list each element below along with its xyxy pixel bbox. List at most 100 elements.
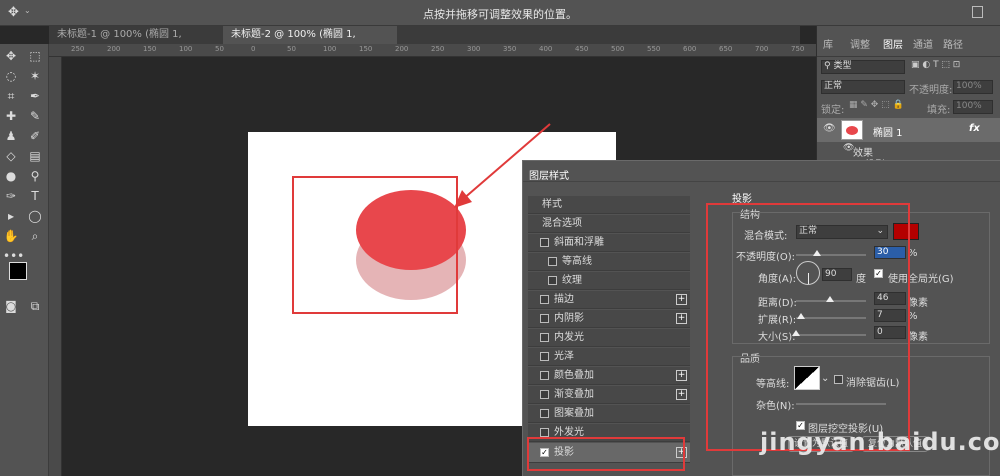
lasso-tool-icon[interactable]: ◌ [3, 68, 19, 84]
style-item-stroke[interactable]: 描边 + [528, 291, 690, 309]
ruler-tick: 550 [647, 45, 661, 53]
checkbox[interactable] [548, 257, 557, 266]
ruler-tick: 150 [359, 45, 373, 53]
ruler-tick: 100 [179, 45, 193, 53]
checkbox[interactable] [540, 238, 549, 247]
checkbox[interactable] [548, 276, 557, 285]
ruler-tick: 400 [539, 45, 553, 53]
tab-channels[interactable]: 通道 [913, 36, 933, 51]
ellipse-tool-icon[interactable]: ◯ [27, 208, 43, 224]
dodge-tool-icon[interactable]: ⚲ [27, 168, 43, 184]
toolbar: ✥ ⬚ ◌ ✶ ⌗ ✒ ✚ ✎ ♟ ✐ ◇ ▤ ● ⚲ ✑ T ▸ ◯ ✋ ⌕ … [0, 44, 49, 476]
style-label: 光泽 [554, 351, 574, 362]
style-item-inner-glow[interactable]: 内发光 [528, 329, 690, 347]
vertical-ruler [49, 57, 62, 476]
screen-mode-icon[interactable]: ⧉ [27, 298, 43, 314]
eyedropper-icon[interactable]: ✒ [27, 88, 43, 104]
tab-paths[interactable]: 路径 [943, 36, 963, 51]
checkbox[interactable] [540, 333, 549, 342]
move-tool-icon[interactable]: ✥ [3, 48, 19, 64]
style-item-texture[interactable]: 纹理 [528, 272, 690, 290]
style-item-contour[interactable]: 等高线 [528, 253, 690, 271]
healing-brush-icon[interactable]: ✚ [3, 108, 19, 124]
add-icon[interactable]: + [676, 389, 687, 400]
ruler-tick: 700 [755, 45, 769, 53]
style-item-gradient-overlay[interactable]: 渐变叠加 + [528, 386, 690, 404]
checkbox[interactable] [540, 314, 549, 323]
fill-field[interactable]: 100% [953, 100, 993, 114]
ruler-tick: 100 [323, 45, 337, 53]
tab-document-2[interactable]: 未标题-2 @ 100% (椭圆 1, RGB/8#) * × [223, 26, 397, 58]
style-label: 图案叠加 [554, 408, 594, 419]
style-label: 纹理 [562, 275, 582, 286]
opacity-field[interactable]: 100% [953, 80, 993, 94]
quick-mask-icon[interactable]: ◙ [3, 298, 19, 314]
tab-document-1[interactable]: 未标题-1 @ 100% (椭圆 1, RGB/8#) * × [49, 26, 219, 58]
checkbox[interactable] [540, 390, 549, 399]
pen-tool-icon[interactable]: ✑ [3, 188, 19, 204]
watermark-text: jingyan.baidu.com [760, 428, 1000, 456]
style-label: 描边 [554, 294, 574, 305]
marquee-tool-icon[interactable]: ⬚ [27, 48, 43, 64]
checkbox[interactable] [540, 428, 549, 437]
visibility-eye-icon[interactable]: 👁 [823, 123, 836, 134]
divider [817, 56, 1000, 57]
hand-tool-icon[interactable]: ✋ [3, 228, 19, 244]
ruler-tick: 250 [71, 45, 85, 53]
add-icon[interactable]: + [676, 294, 687, 305]
add-icon[interactable]: + [676, 313, 687, 324]
layer-filter-select[interactable]: ⚲ 类型 [821, 60, 905, 74]
hint-text: 点按并拖移可调整效果的位置。 [423, 8, 577, 21]
style-label: 斜面和浮雕 [554, 237, 604, 248]
style-item-pattern-overlay[interactable]: 图案叠加 [528, 405, 690, 423]
brush-tool-icon[interactable]: ✎ [27, 108, 43, 124]
options-bar: ✥ ⌄ 点按并拖移可调整效果的位置。 [0, 0, 1000, 26]
checkbox[interactable] [540, 295, 549, 304]
divider [523, 181, 1000, 182]
style-label: 颜色叠加 [554, 370, 594, 381]
filter-icons[interactable]: ▣ ◐ T ⬚ ⊡ [911, 60, 960, 70]
layer-row-ellipse[interactable]: 👁 椭圆 1 fx [817, 118, 1000, 142]
magic-wand-icon[interactable]: ✶ [27, 68, 43, 84]
visibility-eye-icon[interactable]: 👁 [843, 143, 854, 153]
style-item-bevel[interactable]: 斜面和浮雕 [528, 234, 690, 252]
ruler-tick: 50 [287, 45, 296, 53]
path-select-icon[interactable]: ▸ [3, 208, 19, 224]
style-item-styles[interactable]: 样式 [528, 196, 690, 214]
horizontal-ruler: 250 200 150 100 50 0 50 100 150 200 250 … [49, 44, 816, 57]
checkbox[interactable] [540, 409, 549, 418]
style-item-satin[interactable]: 光泽 [528, 348, 690, 366]
style-label: 渐变叠加 [554, 389, 594, 400]
zoom-tool-icon[interactable]: ⌕ [27, 228, 43, 244]
ruler-tick: 300 [467, 45, 481, 53]
ruler-tick: 600 [683, 45, 697, 53]
gradient-tool-icon[interactable]: ▤ [27, 148, 43, 164]
crop-tool-icon[interactable]: ⌗ [3, 88, 19, 104]
fx-icon[interactable]: fx [969, 123, 980, 134]
type-tool-icon[interactable]: T [27, 188, 43, 204]
checkbox[interactable] [540, 352, 549, 361]
fill-label: 填充: [927, 105, 951, 116]
checkbox[interactable] [540, 371, 549, 380]
ruler-tick: 50 [215, 45, 224, 53]
window-icon[interactable] [972, 6, 983, 18]
eraser-tool-icon[interactable]: ◇ [3, 148, 19, 164]
blend-mode-select[interactable]: 正常 [821, 80, 905, 94]
history-brush-icon[interactable]: ✐ [27, 128, 43, 144]
blur-tool-icon[interactable]: ● [3, 168, 19, 184]
style-item-blending[interactable]: 混合选项 [528, 215, 690, 233]
add-icon[interactable]: + [676, 370, 687, 381]
ruler-tick: 200 [107, 45, 121, 53]
size-unit: 像素 [908, 332, 928, 343]
lock-icons[interactable]: ▦ ✎ ✥ ⬚ 🔒 [849, 100, 904, 110]
tab-layers[interactable]: 图层 [883, 36, 903, 51]
foreground-color-swatch[interactable] [9, 262, 27, 280]
tab-library[interactable]: 库 [823, 36, 833, 51]
stamp-tool-icon[interactable]: ♟ [3, 128, 19, 144]
style-item-inner-shadow[interactable]: 内阴影 + [528, 310, 690, 328]
dialog-title: 图层样式 [529, 171, 569, 182]
style-item-color-overlay[interactable]: 颜色叠加 + [528, 367, 690, 385]
layer-name[interactable]: 椭圆 1 [873, 124, 903, 139]
ruler-tick: 450 [575, 45, 589, 53]
tab-adjustments[interactable]: 调整 [850, 36, 870, 51]
